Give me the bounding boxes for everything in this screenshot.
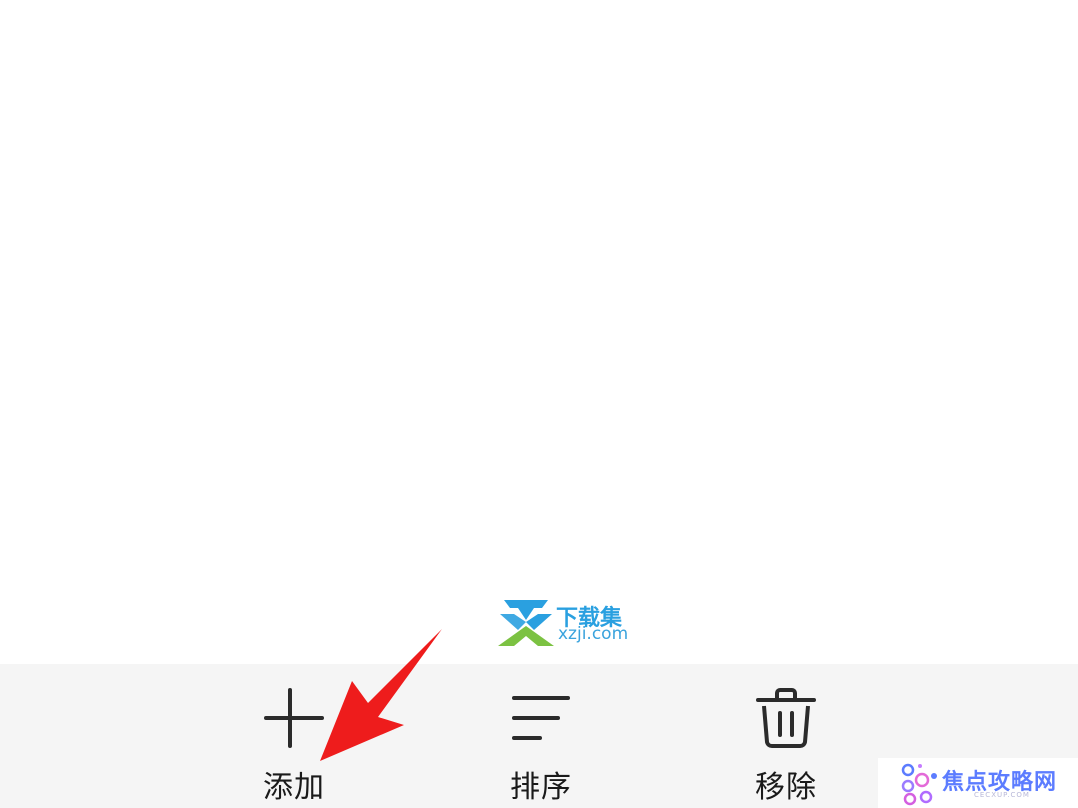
screen: 添加 排序 移除 下载集 xzji.com 焦点攻略网 CECXUP.COM [0, 0, 1078, 808]
xzji-logo-icon [498, 600, 554, 646]
plus-icon [264, 688, 324, 748]
add-button[interactable]: 添加 [224, 664, 364, 808]
xzji-watermark: 下载集 xzji.com [498, 600, 648, 650]
cecxup-watermark: 焦点攻略网 CECXUP.COM [878, 758, 1078, 808]
trash-icon [756, 688, 816, 748]
xzji-domain: xzji.com [558, 624, 629, 644]
sort-label: 排序 [510, 770, 572, 805]
sort-lines-icon [512, 696, 570, 740]
cecxup-subtext: CECXUP.COM [974, 791, 1030, 799]
remove-label: 移除 [755, 770, 817, 805]
sort-button[interactable]: 排序 [471, 664, 611, 808]
add-label: 添加 [263, 770, 325, 805]
remove-button[interactable]: 移除 [716, 664, 856, 808]
